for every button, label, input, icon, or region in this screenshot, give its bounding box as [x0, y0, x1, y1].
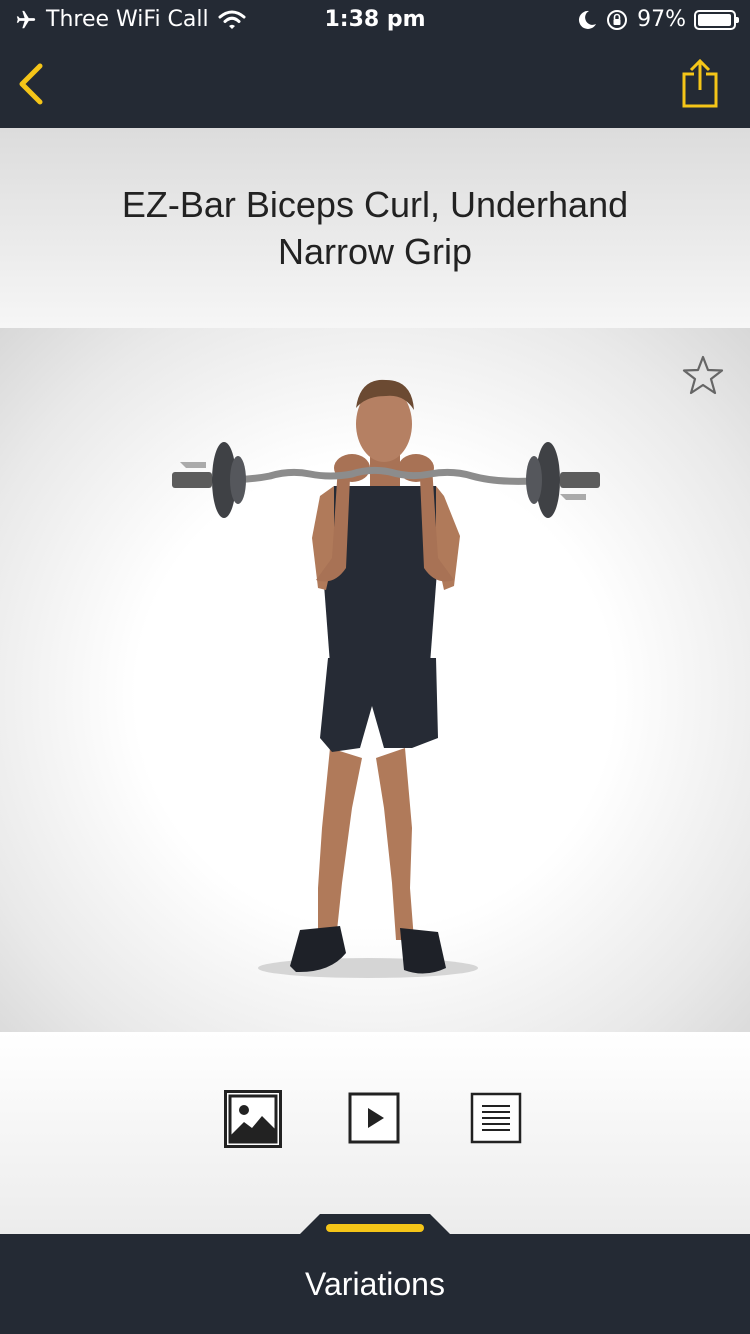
share-icon [682, 58, 718, 108]
variations-label: Variations [305, 1265, 445, 1302]
variations-button[interactable]: Variations [0, 1234, 750, 1334]
chevron-left-icon [19, 63, 43, 105]
exercise-illustration [172, 379, 600, 978]
video-play-icon [348, 1092, 400, 1144]
tab-video[interactable] [348, 1092, 402, 1150]
favorite-button[interactable] [682, 354, 724, 396]
variations-handle[interactable] [298, 1212, 452, 1236]
battery-fill [698, 13, 731, 26]
title-section: EZ-Bar Biceps Curl, Underhand Narrow Gri… [0, 128, 750, 328]
exercise-title: EZ-Bar Biceps Curl, Underhand Narrow Gri… [121, 184, 629, 272]
rotation-lock-icon [607, 9, 628, 30]
exercise-image [0, 328, 750, 1032]
instructions-icon [470, 1092, 522, 1144]
battery-percent: 97% [637, 7, 686, 32]
battery-icon [694, 9, 739, 30]
media-tabs [0, 1032, 750, 1234]
tab-image[interactable] [224, 1090, 282, 1152]
star-icon [682, 355, 724, 395]
status-right: 97% [577, 7, 739, 32]
status-bar: Three WiFi Call 1:38 pm 97% [0, 0, 750, 40]
share-button[interactable] [678, 58, 722, 110]
image-icon [224, 1090, 282, 1148]
back-button[interactable] [14, 60, 54, 108]
tab-instructions[interactable] [470, 1092, 524, 1150]
moon-icon [579, 10, 597, 29]
nav-bar [0, 40, 750, 128]
